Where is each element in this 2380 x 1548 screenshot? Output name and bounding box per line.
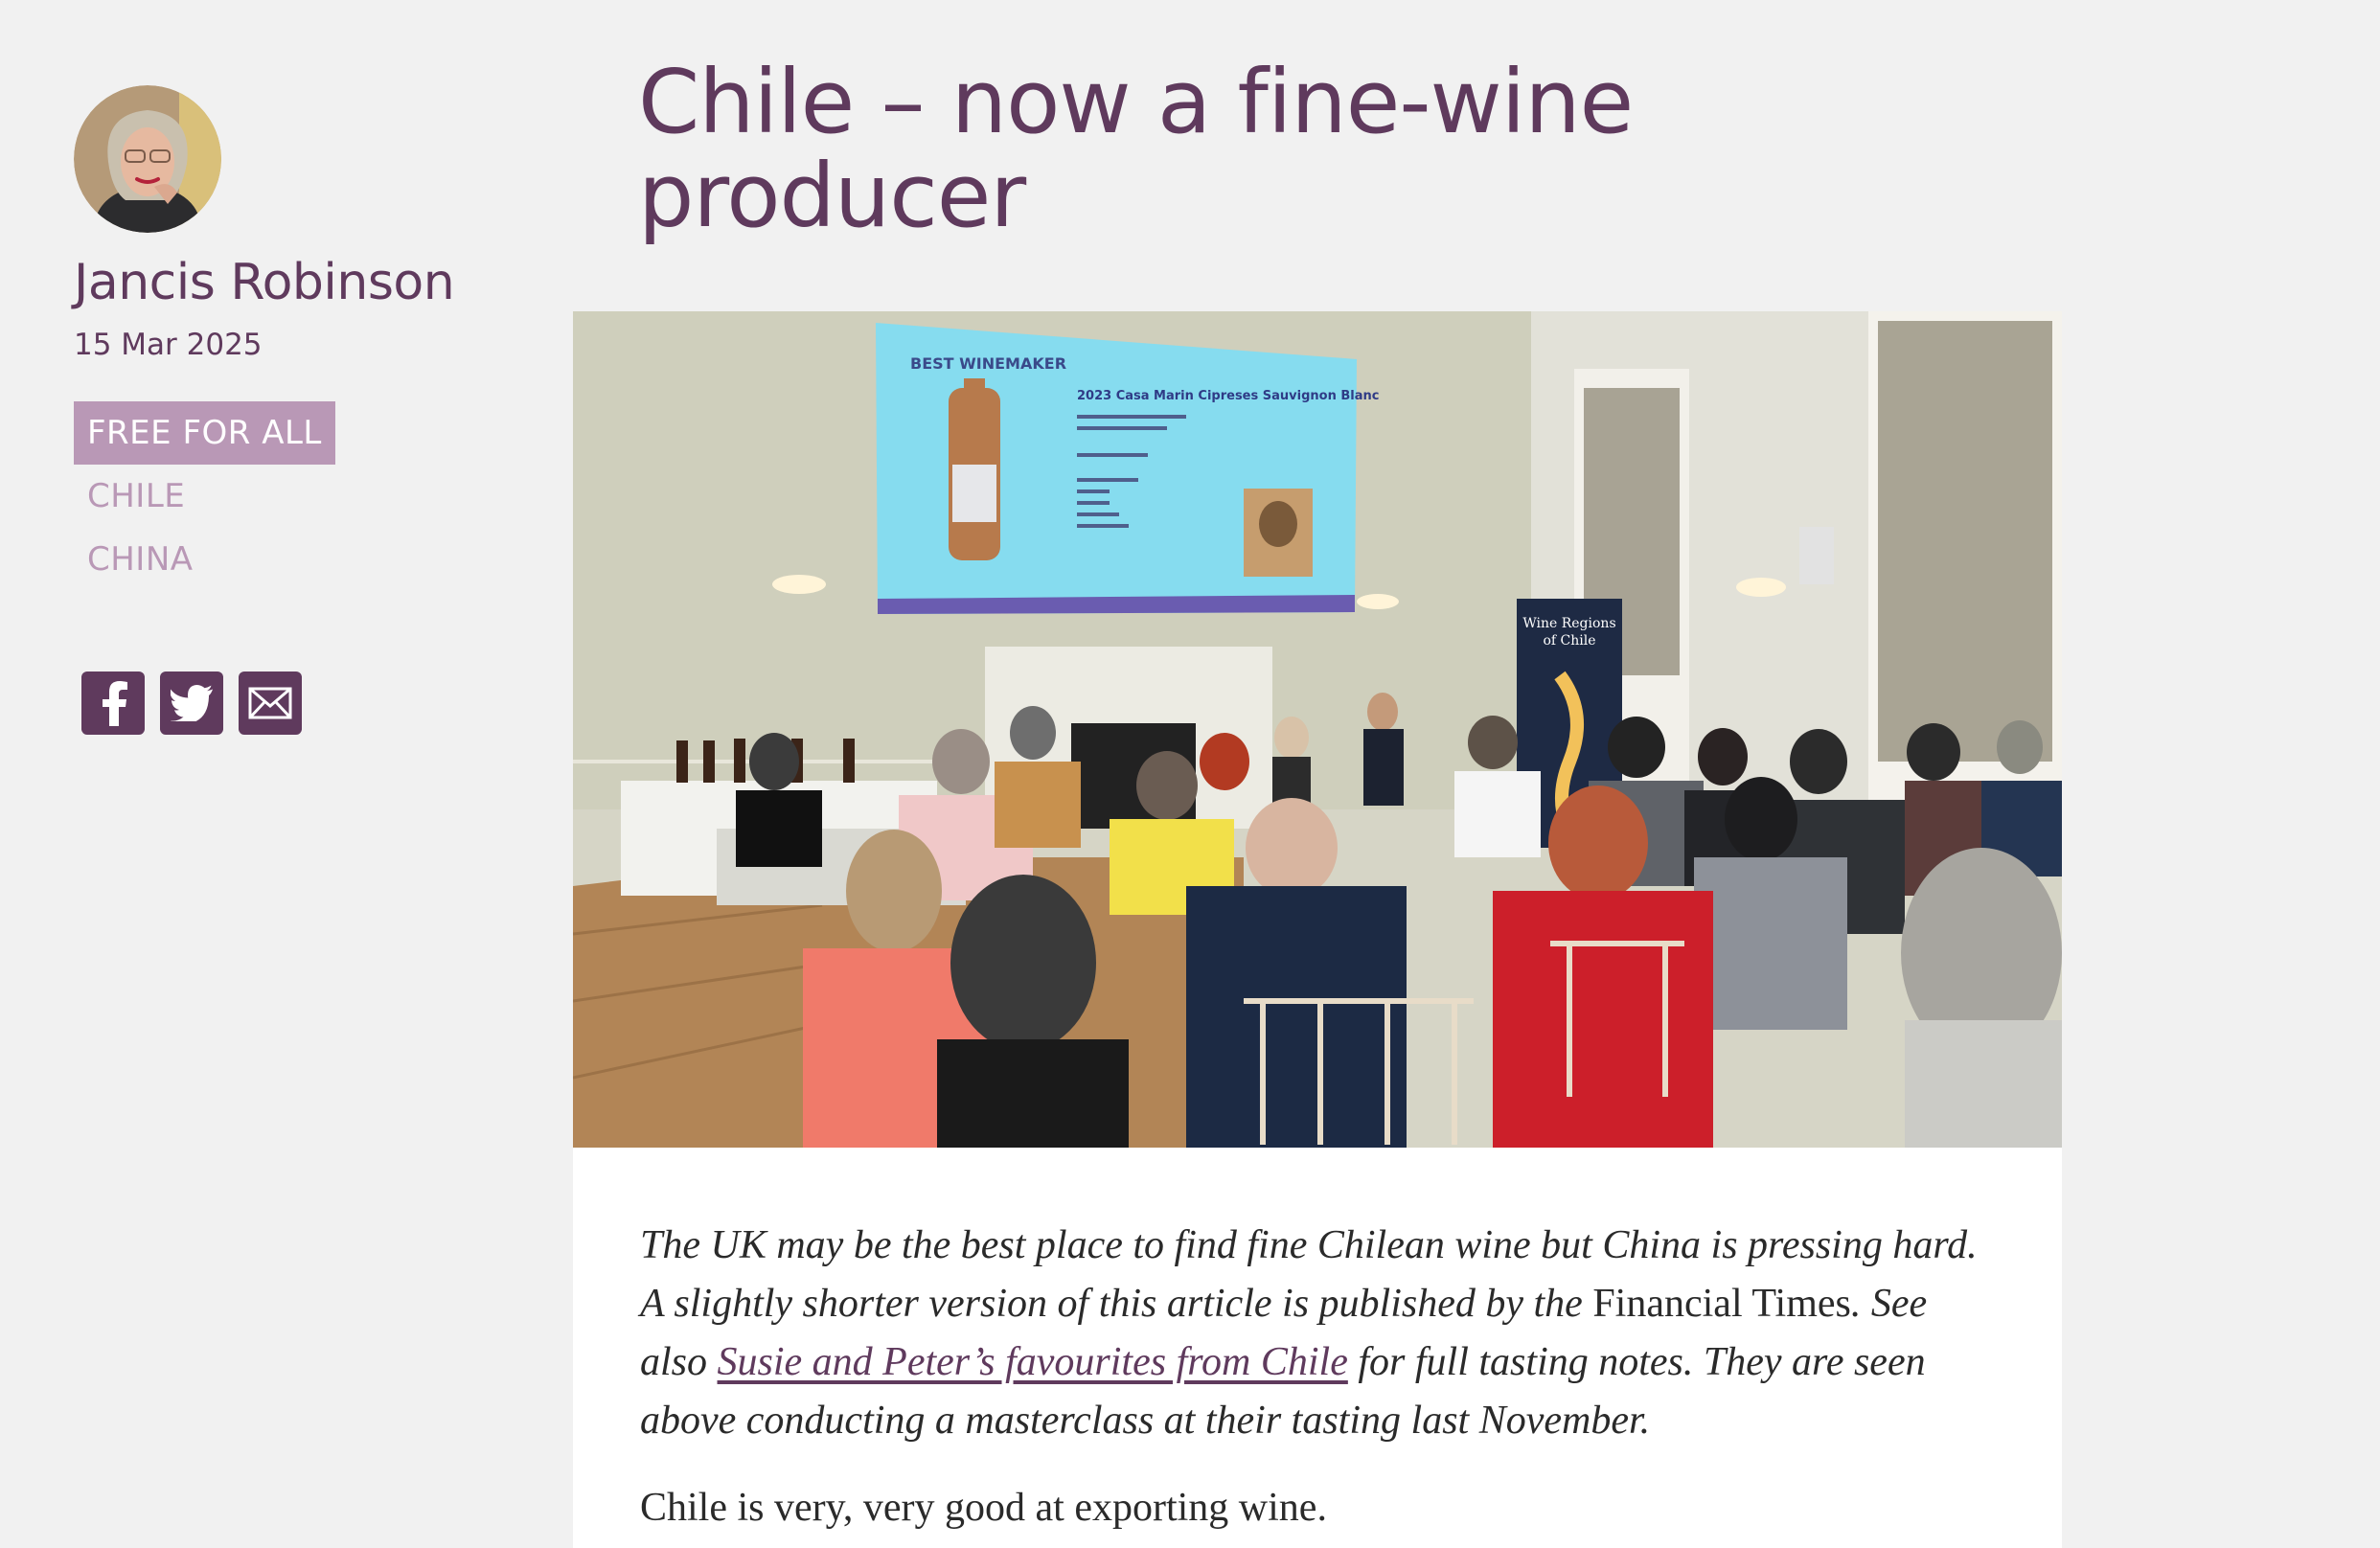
standfirst: The UK may be the best place to find fin…: [640, 1217, 1995, 1450]
facebook-icon: [103, 681, 127, 726]
facebook-share-button[interactable]: [81, 672, 145, 735]
author-avatar[interactable]: [74, 85, 221, 233]
post-date: 15 Mar 2025: [74, 328, 263, 362]
tag-china[interactable]: CHINA: [74, 528, 207, 591]
slide-heading: BEST WINEMAKER: [910, 354, 1066, 373]
social-share: [81, 672, 524, 735]
favourites-link[interactable]: Susie and Peter’s favourites from Chile: [718, 1340, 1348, 1384]
email-share-button[interactable]: [239, 672, 302, 735]
hero-photo: BEST WINEMAKER 2023 Casa Marin Cipreses …: [573, 311, 2062, 1148]
twitter-icon: [171, 685, 213, 721]
article-body: The UK may be the best place to find fin…: [573, 1148, 2062, 1548]
banner-line-1: Wine Regions: [1522, 616, 1615, 631]
tag-free-for-all[interactable]: FREE FOR ALL: [74, 401, 335, 465]
twitter-share-button[interactable]: [160, 672, 223, 735]
tag-list: FREE FOR ALL CHILE CHINA: [74, 401, 524, 591]
tag-chile[interactable]: CHILE: [74, 465, 198, 528]
banner-line-2: of Chile: [1543, 633, 1595, 649]
email-icon: [248, 687, 292, 719]
lead-paragraph: Chile is very, very good at exporting wi…: [640, 1486, 1327, 1530]
author-name[interactable]: Jancis Robinson: [74, 252, 524, 313]
article-title: Chile – now a fine-wine producer: [638, 51, 1634, 247]
publication-name: Financial Times: [1592, 1282, 1851, 1326]
slide-wine-title: 2023 Casa Marin Cipreses Sauvignon Blanc: [1077, 389, 1379, 403]
author-sidebar: Jancis Robinson 15 Mar 2025 FREE FOR ALL…: [74, 85, 524, 735]
